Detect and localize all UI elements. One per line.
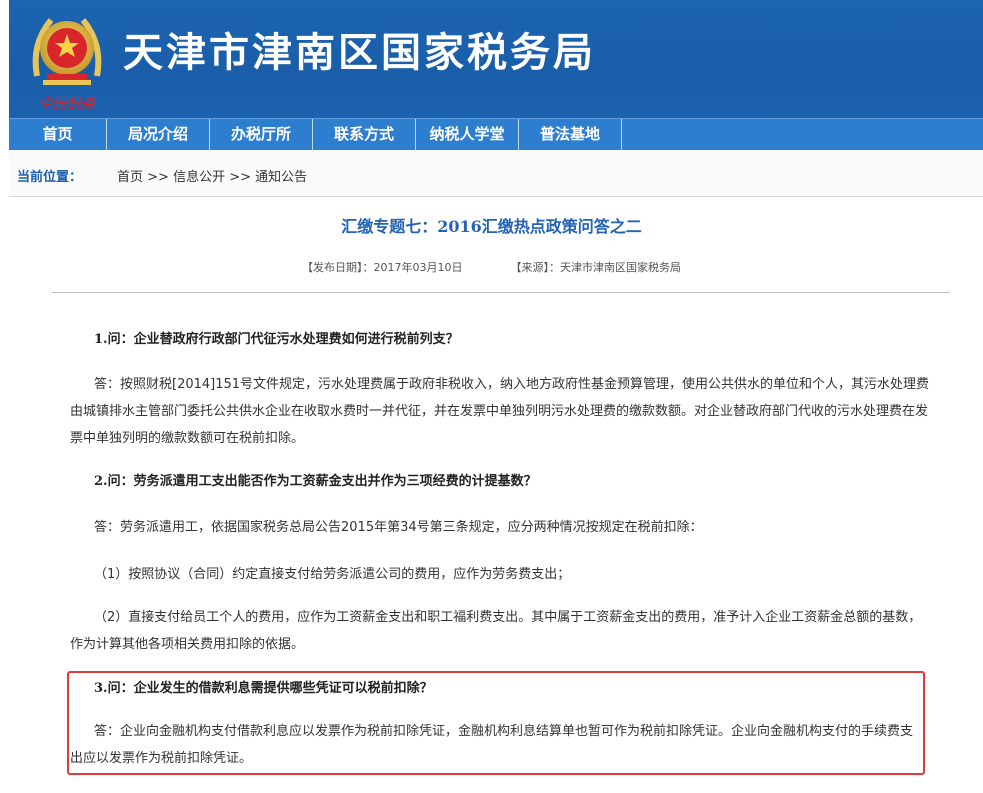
nav-home[interactable]: 首页: [9, 119, 107, 150]
main-nav: 首页 局况介绍 办税厅所 联系方式 纳税人学堂 普法基地: [9, 118, 983, 150]
answer-2: 答：劳务派遣用工，依据国家税务总局公告2015年第34号第三条规定，应分两种情况…: [94, 520, 703, 535]
emblem-text: 中国税务: [39, 96, 96, 112]
answer-2-item-1: （1）按照协议（合同）约定直接支付给劳务派遣公司的费用，应作为劳务费支出；: [94, 567, 571, 582]
question-1: 1.问：企业替政府行政部门代征污水处理费如何进行税前列支？: [94, 332, 459, 347]
tax-emblem-logo: 中国税务: [32, 18, 102, 112]
article-meta: 【发布日期】：2017年03月10日 【来源】：天津市津南区国家税务局: [0, 259, 983, 275]
site-banner: 中国税务 天津市津南区国家税务局: [9, 0, 983, 118]
breadcrumb-section-link[interactable]: 信息公开: [173, 170, 225, 185]
breadcrumb-home-link[interactable]: 首页: [117, 170, 143, 185]
breadcrumb-page-link[interactable]: 通知公告: [255, 170, 307, 185]
breadcrumb-path: 首页 >> 信息公开 >> 通知公告: [117, 166, 307, 185]
article-title: 汇缴专题七：2016汇缴热点政策问答之二: [341, 217, 642, 236]
breadcrumb-separator: >>: [143, 170, 174, 185]
nav-legal-education[interactable]: 普法基地: [519, 119, 622, 150]
question-2: 2.问：劳务派遣用工支出能否作为工资薪金支出并作为三项经费的计提基数？: [94, 474, 537, 489]
nav-contact[interactable]: 联系方式: [313, 119, 416, 150]
nav-offices[interactable]: 办税厅所: [210, 119, 313, 150]
site-title: 天津市津南区国家税务局: [123, 30, 596, 76]
title-divider: [52, 292, 950, 293]
nav-about[interactable]: 局况介绍: [107, 119, 210, 150]
breadcrumb: 当前位置： 首页 >> 信息公开 >> 通知公告: [9, 150, 983, 197]
breadcrumb-separator: >>: [225, 170, 256, 185]
nav-taxpayer-school[interactable]: 纳税人学堂: [416, 119, 519, 150]
breadcrumb-label: 当前位置：: [17, 170, 83, 185]
answer-1: 答：按照财税[2014]151号文件规定，污水处理费属于政府非税收入，纳入地方政…: [70, 377, 930, 446]
publish-date: 【发布日期】：2017年03月10日: [302, 261, 463, 274]
highlight-box: [67, 671, 925, 775]
article-source: 【来源】：天津市津南区国家税务局: [510, 261, 682, 274]
answer-2-item-2: （2）直接支付给员工个人的费用，应作为工资薪金支出和职工福利费支出。其中属于工资…: [70, 610, 922, 652]
